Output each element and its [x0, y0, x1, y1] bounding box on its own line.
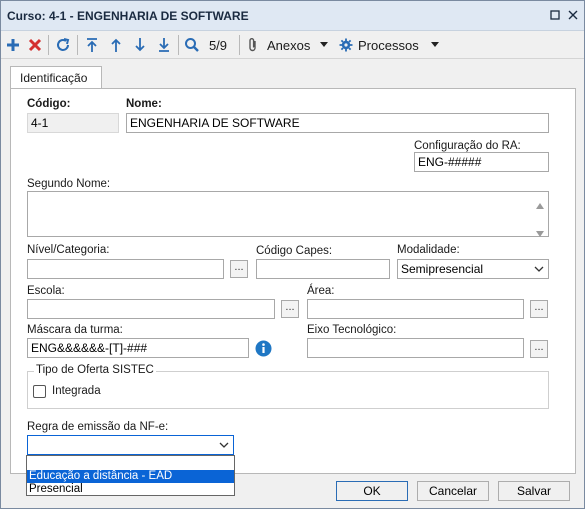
save-button[interactable]: Salvar: [498, 481, 570, 501]
eixo-label: Eixo Tecnológico:: [307, 324, 397, 336]
chevron-down-icon: [219, 439, 229, 449]
anexos-label: Anexos: [267, 37, 311, 53]
title-bar: Curso: 4-1 - ENGENHARIA DE SOFTWARE: [1, 1, 584, 31]
cancel-button[interactable]: Cancelar: [417, 481, 489, 501]
integrada-label: Integrada: [52, 385, 101, 397]
first-record-icon[interactable]: [83, 34, 101, 56]
regra-nfe-dropdown-list: Educação a distância - EAD Presencial: [26, 455, 235, 496]
tab-bar: Identificação: [1, 59, 584, 89]
course-window: Curso: 4-1 - ENGENHARIA DE SOFTWARE 5/9 …: [0, 0, 585, 509]
escola-label: Escola:: [27, 285, 65, 297]
anexos-menu[interactable]: Anexos: [247, 34, 329, 56]
scrollbar[interactable]: [532, 192, 548, 237]
eixo-lookup-button[interactable]: ...: [530, 340, 548, 358]
area-lookup-button[interactable]: ...: [530, 300, 548, 318]
processos-menu[interactable]: Processos: [339, 34, 439, 56]
delete-icon[interactable]: [26, 34, 44, 56]
integrada-checkbox[interactable]: [33, 385, 46, 398]
modalidade-select[interactable]: Semipresencial: [397, 259, 549, 279]
chevron-down-icon: [430, 42, 439, 48]
regra-nfe-select[interactable]: [27, 435, 234, 455]
eixo-field[interactable]: [307, 338, 524, 358]
restore-icon[interactable]: [547, 7, 563, 23]
paperclip-icon: [247, 37, 263, 53]
next-record-icon[interactable]: [131, 34, 149, 56]
scroll-up-icon[interactable]: [536, 198, 544, 212]
refresh-icon[interactable]: [54, 34, 72, 56]
processos-label: Processos: [358, 37, 419, 53]
toolbar-separator: [178, 35, 179, 55]
add-icon[interactable]: [4, 34, 22, 56]
toolbar-separator: [239, 35, 240, 55]
nivel-lookup-button[interactable]: ...: [230, 260, 248, 278]
codigo-field: 4-1: [27, 113, 119, 133]
nivel-field[interactable]: [27, 259, 224, 279]
segundo-nome-label: Segundo Nome:: [27, 178, 111, 190]
gear-icon: [339, 38, 355, 52]
dropdown-option-empty[interactable]: [27, 457, 234, 470]
codigo-capes-field[interactable]: [256, 259, 390, 279]
mascara-field[interactable]: ENG&&&&&&-[T]-###: [27, 338, 249, 358]
dropdown-option-presencial[interactable]: Presencial: [27, 483, 234, 496]
config-ra-label: Configuração do RA:: [414, 140, 521, 152]
toolbar: 5/9 Anexos Processos: [1, 31, 584, 59]
scroll-down-icon[interactable]: [536, 226, 544, 240]
chevron-down-icon: [534, 263, 544, 273]
previous-record-icon[interactable]: [107, 34, 125, 56]
search-icon[interactable]: [183, 34, 201, 56]
escola-lookup-button[interactable]: ...: [281, 300, 299, 318]
toolbar-separator: [48, 35, 49, 55]
modalidade-label: Modalidade:: [397, 244, 460, 256]
last-record-icon[interactable]: [155, 34, 173, 56]
area-label: Área:: [307, 285, 335, 297]
record-position: 5/9: [208, 37, 228, 53]
segundo-nome-field[interactable]: [27, 191, 549, 237]
sistec-group-title: Tipo de Oferta SISTEC: [34, 364, 156, 376]
tab-identificacao[interactable]: Identificação: [10, 66, 102, 89]
area-field[interactable]: [307, 299, 524, 319]
sistec-group: [27, 371, 549, 409]
modalidade-value: Semipresencial: [401, 262, 484, 276]
window-title: Curso: 4-1 - ENGENHARIA DE SOFTWARE: [7, 9, 249, 23]
codigo-label: Código:: [27, 98, 71, 110]
chevron-down-icon: [320, 42, 329, 48]
mascara-label: Máscara da turma:: [27, 324, 123, 336]
escola-field[interactable]: [27, 299, 275, 319]
ok-button[interactable]: OK: [336, 481, 408, 501]
toolbar-separator: [77, 35, 78, 55]
nome-label: Nome:: [126, 98, 162, 110]
info-icon[interactable]: [255, 340, 272, 360]
regra-nfe-label: Regra de emissão da NF-e:: [27, 421, 169, 433]
nivel-label: Nível/Categoria:: [27, 244, 110, 256]
close-icon[interactable]: [565, 7, 581, 23]
dropdown-option-ead[interactable]: Educação a distância - EAD: [27, 470, 234, 483]
nome-field[interactable]: ENGENHARIA DE SOFTWARE: [126, 113, 549, 133]
codigo-capes-label: Código Capes:: [256, 245, 333, 257]
config-ra-field[interactable]: ENG-#####: [414, 152, 549, 172]
